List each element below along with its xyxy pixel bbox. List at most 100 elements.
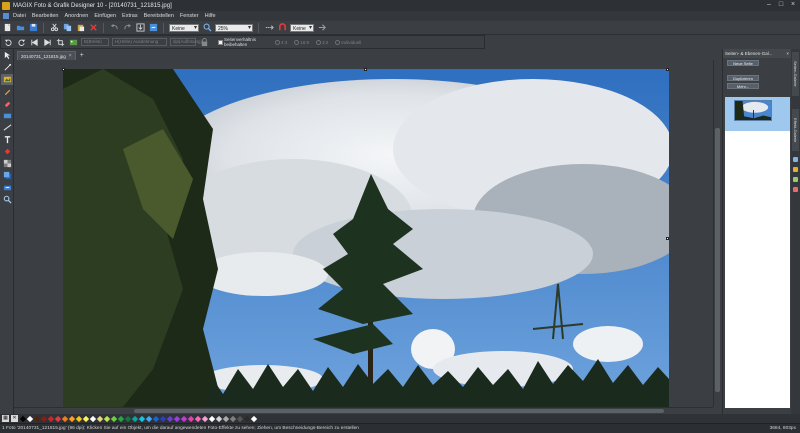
- scroll-thumb[interactable]: [715, 128, 720, 392]
- page-thumbnail[interactable]: [734, 100, 772, 121]
- minimize-button[interactable]: –: [764, 1, 774, 9]
- side-panel-icon[interactable]: [793, 167, 798, 172]
- side-panel-icon[interactable]: [793, 177, 798, 182]
- color-swatch[interactable]: [159, 415, 167, 422]
- close-tab-icon[interactable]: ×: [69, 53, 72, 59]
- color-swatch[interactable]: [124, 415, 132, 422]
- color-swatch[interactable]: [229, 415, 237, 422]
- color-swatch[interactable]: [180, 415, 188, 422]
- resize-handle[interactable]: [666, 237, 669, 240]
- zoom-icon[interactable]: [202, 23, 212, 33]
- magnet-icon[interactable]: [277, 23, 287, 33]
- last-icon[interactable]: [42, 37, 52, 47]
- new-file-icon[interactable]: [2, 23, 12, 33]
- tab-page-gallery[interactable]: Seiten-Galerie: [792, 52, 799, 96]
- menu-share[interactable]: Bereitstellen: [144, 13, 174, 19]
- no-color-icon[interactable]: ✕: [11, 415, 18, 422]
- transparency-tool-icon[interactable]: [1, 158, 13, 169]
- ratio-radio[interactable]: [335, 39, 341, 45]
- color-swatch[interactable]: [243, 415, 251, 422]
- color-swatch[interactable]: [61, 415, 69, 422]
- keep-ratio-option[interactable]: Seitenverhältnis beibehalten: [218, 37, 268, 47]
- color-swatch[interactable]: [96, 415, 104, 422]
- new-page-button[interactable]: Neue Seite: [727, 60, 759, 66]
- rectangle-tool-icon[interactable]: [1, 110, 13, 121]
- panel-scrollbar[interactable]: [725, 408, 790, 413]
- selector-tool-icon[interactable]: [1, 50, 13, 61]
- color-swatch[interactable]: [166, 415, 174, 422]
- photo-adjust-icon[interactable]: [68, 37, 78, 47]
- width-field[interactable]: B(Breite): [81, 38, 109, 46]
- first-icon[interactable]: [29, 37, 39, 47]
- menu-extras[interactable]: Extras: [122, 13, 138, 19]
- ratio-3-2[interactable]: 3:2: [316, 39, 328, 45]
- dpi-field[interactable]: dpi(Auflösung): [170, 38, 202, 46]
- close-button[interactable]: ×: [788, 1, 798, 9]
- menu-edit[interactable]: Bearbeiten: [32, 13, 59, 19]
- export-icon[interactable]: [148, 23, 158, 33]
- color-swatch[interactable]: [131, 415, 139, 422]
- resize-handle[interactable]: [666, 68, 669, 71]
- tab-effect-gallery[interactable]: Effekt-Galerie: [792, 109, 799, 151]
- scroll-thumb[interactable]: [134, 409, 664, 413]
- color-swatch[interactable]: [54, 415, 62, 422]
- color-swatch[interactable]: [173, 415, 181, 422]
- color-swatch[interactable]: [201, 415, 209, 422]
- arrow-right-icon[interactable]: [317, 23, 327, 33]
- fill-tool-icon[interactable]: [1, 146, 13, 157]
- color-swatch[interactable]: [187, 415, 195, 422]
- color-swatch[interactable]: [152, 415, 160, 422]
- open-folder-icon[interactable]: [15, 23, 25, 33]
- maximize-button[interactable]: □: [776, 1, 786, 9]
- color-swatch[interactable]: [75, 415, 83, 422]
- duplicate-button[interactable]: Duplizieren: [727, 75, 759, 81]
- save-icon[interactable]: [28, 23, 38, 33]
- undo-icon[interactable]: [109, 23, 119, 33]
- delete-icon[interactable]: [88, 23, 98, 33]
- close-panel-icon[interactable]: ×: [786, 49, 789, 58]
- zoom-tool-icon[interactable]: [1, 194, 13, 205]
- pen-tool-icon[interactable]: [1, 86, 13, 97]
- menu-insert[interactable]: Einfügen: [94, 13, 116, 19]
- ratio-4-3[interactable]: 4:3: [275, 39, 287, 45]
- line-tool-icon[interactable]: [1, 122, 13, 133]
- contour-tool-icon[interactable]: [1, 62, 13, 73]
- color-swatch[interactable]: [194, 415, 202, 422]
- crop-icon[interactable]: [55, 37, 65, 47]
- color-swatch[interactable]: [47, 415, 55, 422]
- horizontal-scrollbar[interactable]: [14, 407, 713, 414]
- ratio-custom[interactable]: Individuell: [335, 39, 361, 45]
- menu-window[interactable]: Fenster: [180, 13, 199, 19]
- lock-icon[interactable]: [199, 37, 209, 47]
- color-swatch[interactable]: [19, 415, 27, 422]
- ratio-radio[interactable]: [294, 39, 300, 45]
- color-swatch[interactable]: [89, 415, 97, 422]
- text-tool-icon[interactable]: [1, 134, 13, 145]
- color-swatch[interactable]: [138, 415, 146, 422]
- font-combo[interactable]: Keine: [169, 23, 199, 32]
- line-combo[interactable]: Keine: [290, 23, 314, 32]
- canvas-area[interactable]: [14, 60, 713, 407]
- paste-icon[interactable]: [75, 23, 85, 33]
- ratio-radio[interactable]: [316, 39, 322, 45]
- resize-handle[interactable]: [62, 68, 65, 71]
- color-swatch[interactable]: [82, 415, 90, 422]
- page-list[interactable]: [725, 97, 790, 408]
- shadow-tool-icon[interactable]: [1, 170, 13, 181]
- color-swatch[interactable]: [40, 415, 48, 422]
- color-swatch[interactable]: [26, 415, 34, 422]
- color-swatch[interactable]: [68, 415, 76, 422]
- keep-ratio-checkbox[interactable]: [218, 39, 223, 45]
- more-button[interactable]: Mehr...: [727, 83, 759, 89]
- color-swatch[interactable]: [222, 415, 230, 422]
- menu-arrange[interactable]: Anordnen: [64, 13, 88, 19]
- vertical-scrollbar[interactable]: [713, 60, 721, 407]
- photo-image[interactable]: [63, 69, 669, 407]
- document-tab[interactable]: 20140731_121815.jpg ×: [17, 51, 76, 60]
- color-swatch[interactable]: [103, 415, 111, 422]
- color-swatch[interactable]: [250, 415, 258, 422]
- photo-tool-icon[interactable]: [1, 74, 13, 85]
- side-panel-icon[interactable]: [793, 187, 798, 192]
- rotate-left-icon[interactable]: [3, 37, 13, 47]
- menu-help[interactable]: Hilfe: [205, 13, 216, 19]
